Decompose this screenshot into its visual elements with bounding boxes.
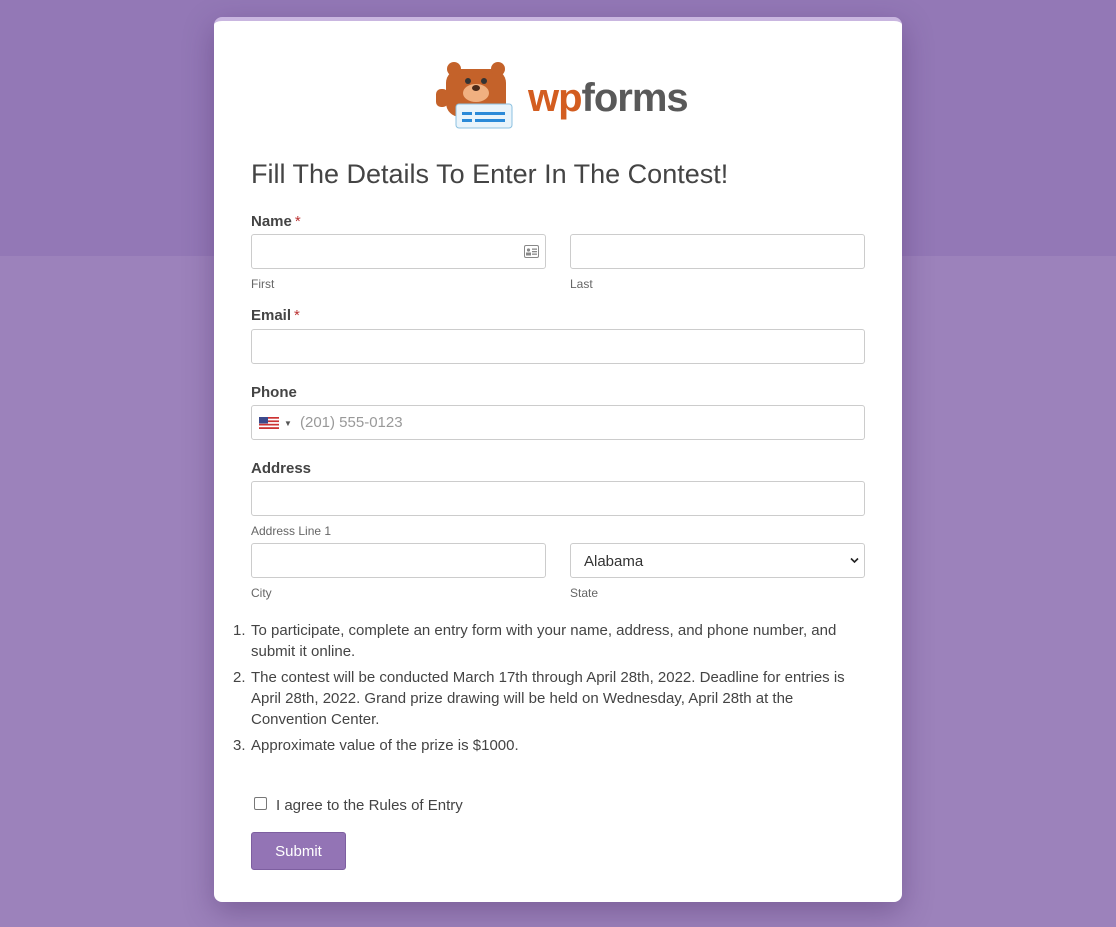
state-sublabel: State xyxy=(570,586,599,600)
first-sublabel: First xyxy=(251,277,275,291)
city-sublabel: City xyxy=(251,586,272,600)
contact-card-icon[interactable] xyxy=(524,245,539,258)
submit-button[interactable]: Submit xyxy=(251,832,346,870)
chevron-down-icon xyxy=(850,557,859,564)
phone-label: Phone xyxy=(251,384,297,401)
phone-placeholder: (201) 555-0123 xyxy=(300,414,403,431)
first-name-input[interactable] xyxy=(251,234,546,269)
us-flag-icon xyxy=(259,417,279,429)
logo-forms: forms xyxy=(581,75,689,120)
rule-item: 1. To participate, complete an entry form… xyxy=(233,622,837,660)
rule-item: 3. Approximate value of the prize is $100… xyxy=(233,737,519,754)
email-label: Email * xyxy=(251,307,300,324)
address-line1-sublabel: Address Line 1 xyxy=(251,524,332,538)
address-label: Address xyxy=(251,460,312,477)
name-label: Name * xyxy=(251,213,301,230)
caret-down-icon: ▼ xyxy=(284,418,292,428)
wpforms-logo: wpforms xyxy=(434,59,689,129)
phone-input[interactable]: ▼ (201) 555-0123 xyxy=(251,405,865,440)
email-input[interactable] xyxy=(251,329,865,364)
rules-list: 1. To participate, complete an entry form… xyxy=(233,620,851,761)
form-card: wpforms Fill The Details To Enter In The… xyxy=(214,17,902,902)
country-selector[interactable]: ▼ xyxy=(259,417,292,429)
bear-mascot-icon xyxy=(436,62,513,129)
agree-label[interactable]: I agree to the Rules of Entry xyxy=(276,797,463,814)
last-name-input[interactable] xyxy=(570,234,865,269)
city-input[interactable] xyxy=(251,543,546,578)
address-line1-input[interactable] xyxy=(251,481,865,516)
logo-wp: wp xyxy=(528,75,583,120)
state-select[interactable]: Alabama xyxy=(570,543,865,578)
agree-checkbox[interactable] xyxy=(254,797,267,810)
rule-item: 2. The contest will be conducted March 17… xyxy=(233,669,845,728)
state-value: Alabama xyxy=(584,553,644,570)
form-title: Fill The Details To Enter In The Contest… xyxy=(251,159,729,189)
last-sublabel: Last xyxy=(570,277,593,291)
